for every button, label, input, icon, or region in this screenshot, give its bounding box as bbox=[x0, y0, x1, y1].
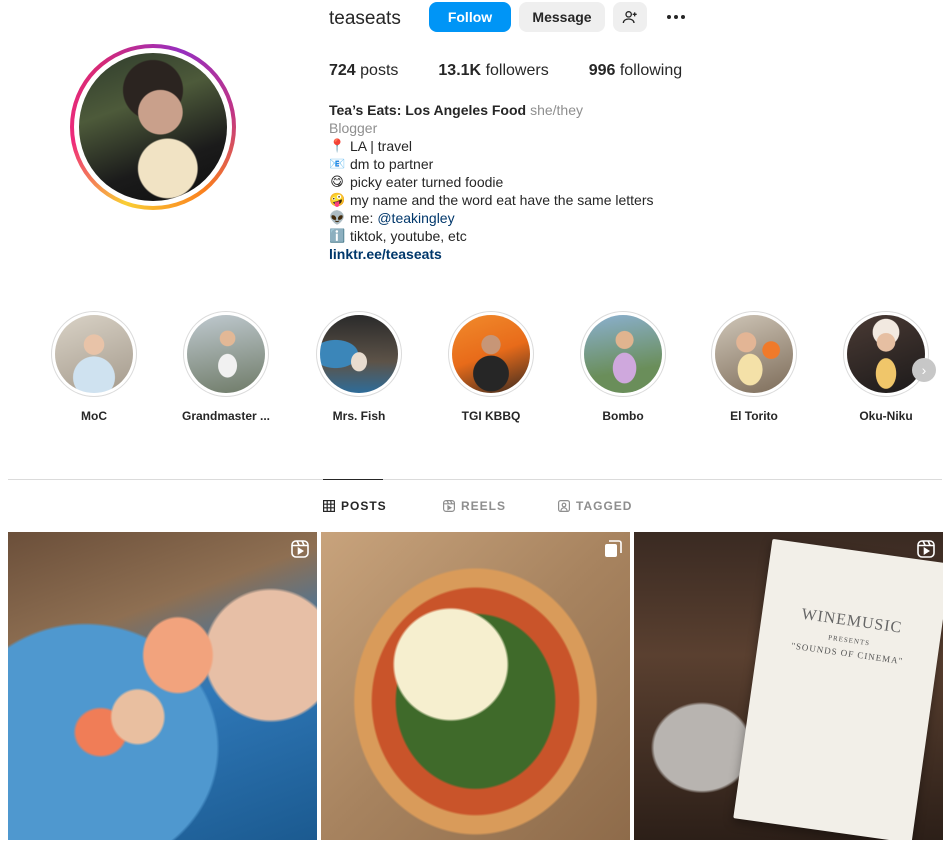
add-person-icon bbox=[622, 11, 637, 24]
highlight-cover bbox=[320, 315, 398, 393]
highlight-ring bbox=[448, 311, 534, 397]
highlight-ring bbox=[580, 311, 666, 397]
event-menu-card: WINEMUSIC PRESENTS "SOUNDS OF CINEMA" bbox=[733, 538, 943, 840]
bio-line-text: tiktok, youtube, etc bbox=[350, 228, 467, 244]
profile-bio: Tea’s Eats: Los Angeles Food she/they Bl… bbox=[329, 101, 654, 263]
highlight-label: Bombo bbox=[602, 409, 644, 423]
highlight-label: MoC bbox=[81, 409, 107, 423]
posts-label: posts bbox=[360, 62, 399, 79]
highlight-label: El Torito bbox=[730, 409, 778, 423]
highlight-cover bbox=[187, 315, 265, 393]
highlights-next-button[interactable]: › bbox=[912, 358, 936, 382]
followers-count: 13.1K bbox=[438, 62, 482, 79]
tab-label: TAGGED bbox=[576, 499, 633, 513]
tab-tagged[interactable]: TAGGED bbox=[558, 499, 632, 513]
post-tile[interactable] bbox=[8, 532, 317, 840]
tagged-icon bbox=[558, 500, 570, 512]
more-options-icon[interactable] bbox=[664, 8, 688, 26]
info-icon: ℹ️ bbox=[329, 228, 346, 243]
bio-name: Tea’s Eats: Los Angeles Food bbox=[329, 102, 527, 118]
bio-external-link[interactable]: linktr.ee/teaseats bbox=[329, 245, 442, 263]
bio-pronouns: she/they bbox=[530, 102, 584, 118]
bio-line: 👽 me: @teakingley bbox=[329, 209, 654, 227]
highlight-item[interactable]: MoC bbox=[34, 311, 154, 423]
highlight-cover bbox=[452, 315, 530, 393]
highlight-ring bbox=[183, 311, 269, 397]
bio-category: Blogger bbox=[329, 120, 378, 136]
chevron-right-icon: › bbox=[921, 362, 927, 378]
tab-reels[interactable]: REELS bbox=[443, 499, 506, 513]
highlight-label: Grandmaster ... bbox=[181, 409, 271, 423]
reel-icon bbox=[917, 540, 935, 558]
highlight-cover bbox=[715, 315, 793, 393]
following-count: 996 bbox=[588, 62, 616, 79]
bio-line: 😋 picky eater turned foodie bbox=[329, 173, 654, 191]
bio-line-text: picky eater turned foodie bbox=[350, 174, 504, 190]
carousel-icon bbox=[605, 540, 622, 557]
tab-posts[interactable]: POSTS bbox=[323, 499, 387, 513]
message-button[interactable]: Message bbox=[519, 2, 605, 32]
highlight-label: Oku-Niku bbox=[859, 409, 913, 423]
grid-icon bbox=[323, 500, 335, 512]
bio-link-line: linktr.ee/teaseats bbox=[329, 245, 654, 263]
reel-icon bbox=[291, 540, 309, 558]
envelope-icon: 📧 bbox=[329, 156, 346, 171]
post-tile[interactable]: WINEMUSIC PRESENTS "SOUNDS OF CINEMA" bbox=[634, 532, 943, 840]
bio-line-text: dm to partner bbox=[350, 156, 434, 172]
followers-label: followers bbox=[485, 62, 549, 79]
suggest-accounts-button[interactable] bbox=[613, 2, 647, 32]
followers-stat[interactable]: 13.1K followers bbox=[438, 62, 548, 80]
posts-stat[interactable]: 724 posts bbox=[329, 62, 398, 80]
highlight-cover bbox=[55, 315, 133, 393]
highlight-item[interactable]: El Torito bbox=[694, 311, 814, 423]
bio-category-line: Blogger bbox=[329, 119, 654, 137]
profile-avatar[interactable] bbox=[70, 44, 236, 210]
tab-label: POSTS bbox=[341, 499, 387, 513]
posts-count: 724 bbox=[329, 62, 356, 79]
profile-username: teaseats bbox=[329, 8, 401, 29]
bio-name-line: Tea’s Eats: Los Angeles Food she/they bbox=[329, 101, 654, 119]
yum-face-icon: 😋 bbox=[330, 174, 344, 189]
alien-icon: 👽 bbox=[329, 210, 346, 225]
highlight-label: TGI KBBQ bbox=[461, 409, 521, 423]
highlight-item[interactable]: Mrs. Fish bbox=[299, 311, 419, 423]
follow-button[interactable]: Follow bbox=[429, 2, 511, 32]
bio-mention-link[interactable]: @teakingley bbox=[377, 209, 454, 227]
bio-line-text: me: bbox=[350, 210, 374, 226]
zany-face-icon: 🤪 bbox=[329, 192, 346, 207]
avatar-photo bbox=[79, 53, 227, 201]
tab-label: REELS bbox=[461, 499, 507, 513]
tabs-divider bbox=[8, 479, 942, 480]
reels-icon bbox=[443, 500, 455, 512]
highlight-item[interactable]: Bombo bbox=[563, 311, 683, 423]
following-stat[interactable]: 996 following bbox=[589, 62, 682, 80]
bio-line: 📍 LA | travel bbox=[329, 137, 654, 155]
post-tile[interactable] bbox=[321, 532, 630, 840]
bio-line: ℹ️ tiktok, youtube, etc bbox=[329, 227, 654, 245]
highlight-label: Mrs. Fish bbox=[332, 409, 386, 423]
highlight-item[interactable]: TGI KBBQ bbox=[431, 311, 551, 423]
highlight-ring bbox=[316, 311, 402, 397]
avatar-frame bbox=[74, 48, 232, 206]
bio-line-text: my name and the word eat have the same l… bbox=[350, 192, 654, 208]
bio-line-text: LA | travel bbox=[350, 138, 413, 154]
highlight-ring bbox=[843, 311, 929, 397]
bio-line: 📧 dm to partner bbox=[329, 155, 654, 173]
highlight-ring bbox=[711, 311, 797, 397]
highlight-cover bbox=[584, 315, 662, 393]
profile-stats: 724 posts 13.1K followers 996 following bbox=[329, 62, 722, 80]
highlight-item[interactable]: Grandmaster ... bbox=[166, 311, 286, 423]
pin-icon: 📍 bbox=[329, 138, 346, 153]
highlight-cover bbox=[847, 315, 925, 393]
active-tab-indicator bbox=[323, 479, 383, 480]
highlight-ring bbox=[51, 311, 137, 397]
following-label: following bbox=[619, 62, 683, 79]
bio-line: 🤪 my name and the word eat have the same… bbox=[329, 191, 654, 209]
